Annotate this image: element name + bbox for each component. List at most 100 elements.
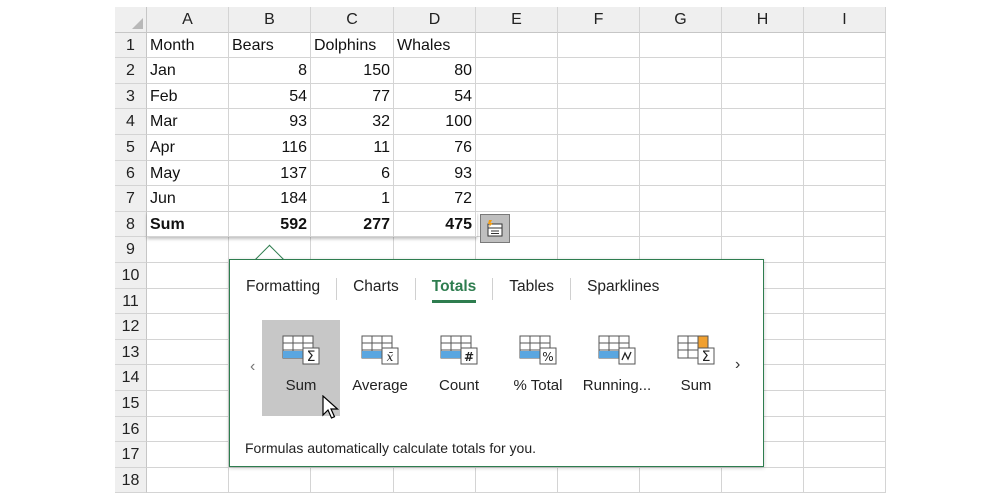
cell-i9[interactable] [804,237,886,263]
cell-g5[interactable] [640,134,722,161]
cell-i11[interactable] [804,288,886,315]
cell-a11[interactable] [147,288,229,315]
cell-i14[interactable] [804,365,886,391]
row-header[interactable]: 12 [115,314,147,340]
cell-i17[interactable] [804,442,886,468]
cell-i13[interactable] [804,339,886,366]
column-header-f[interactable]: F [558,7,640,33]
tab-charts[interactable]: Charts [353,278,399,300]
cell-a17[interactable] [147,442,229,468]
row-header[interactable]: 8 [115,211,147,238]
cell-b18[interactable] [229,467,311,494]
cell-c8[interactable]: 277 [311,211,394,238]
cell-d3[interactable]: 54 [394,83,476,110]
cell-a1[interactable]: Month [147,32,229,59]
column-header-c[interactable]: C [311,7,394,33]
cell-a5[interactable]: Apr [147,134,229,161]
cell-a14[interactable] [147,365,229,391]
cell-h5[interactable] [722,134,804,161]
row-header[interactable]: 2 [115,58,147,84]
cell-i7[interactable] [804,186,886,212]
row-header[interactable]: 7 [115,186,147,212]
cell-c4[interactable]: 32 [311,109,394,135]
cell-c1[interactable]: Dolphins [311,32,394,59]
row-header[interactable]: 10 [115,262,147,289]
column-header-a[interactable]: A [147,7,229,33]
tab-sparklines[interactable]: Sparklines [587,278,659,300]
cell-h6[interactable] [722,160,804,187]
cell-i18[interactable] [804,467,886,494]
cell-i6[interactable] [804,160,886,187]
tab-formatting[interactable]: Formatting [246,278,320,300]
cell-c2[interactable]: 150 [311,58,394,84]
cell-d8[interactable]: 475 [394,211,476,238]
cell-b4[interactable]: 93 [229,109,311,135]
column-header-g[interactable]: G [640,7,722,33]
cell-i16[interactable] [804,416,886,443]
cell-h8[interactable] [722,211,804,238]
row-header[interactable]: 3 [115,83,147,110]
cell-a7[interactable]: Jun [147,186,229,212]
cell-b6[interactable]: 137 [229,160,311,187]
cell-d18[interactable] [394,467,476,494]
column-header-e[interactable]: E [476,7,558,33]
cell-a9[interactable] [147,237,229,263]
quick-analysis-button[interactable] [480,214,510,243]
cell-g6[interactable] [640,160,722,187]
cell-f8[interactable] [558,211,640,238]
row-header[interactable]: 16 [115,416,147,443]
cell-a4[interactable]: Mar [147,109,229,135]
cell-g8[interactable] [640,211,722,238]
cell-e7[interactable] [476,186,558,212]
cell-f7[interactable] [558,186,640,212]
cell-h1[interactable] [722,32,804,59]
row-header[interactable]: 4 [115,109,147,135]
cell-d1[interactable]: Whales [394,32,476,59]
row-header[interactable]: 13 [115,339,147,366]
cell-a16[interactable] [147,416,229,443]
cell-f18[interactable] [558,467,640,494]
count-tile[interactable]: # Count [420,320,498,416]
cell-a6[interactable]: May [147,160,229,187]
cell-d2[interactable]: 80 [394,58,476,84]
tab-tables[interactable]: Tables [509,278,554,300]
row-header[interactable]: 17 [115,442,147,468]
average-tile[interactable]: x̄ Average [341,320,419,416]
cell-g2[interactable] [640,58,722,84]
cell-c6[interactable]: 6 [311,160,394,187]
cell-g18[interactable] [640,467,722,494]
cell-d6[interactable]: 93 [394,160,476,187]
cell-f1[interactable] [558,32,640,59]
cell-b1[interactable]: Bears [229,32,311,59]
cell-e5[interactable] [476,134,558,161]
cell-c3[interactable]: 77 [311,83,394,110]
cell-c5[interactable]: 11 [311,134,394,161]
row-header[interactable]: 11 [115,288,147,315]
cell-e4[interactable] [476,109,558,135]
cell-e18[interactable] [476,467,558,494]
row-header[interactable]: 6 [115,160,147,187]
cell-e1[interactable] [476,32,558,59]
cell-g7[interactable] [640,186,722,212]
cell-h2[interactable] [722,58,804,84]
cell-a12[interactable] [147,314,229,340]
cell-i5[interactable] [804,134,886,161]
cell-a3[interactable]: Feb [147,83,229,110]
cell-c7[interactable]: 1 [311,186,394,212]
running-total-tile[interactable]: Running... [578,320,656,416]
cell-d5[interactable]: 76 [394,134,476,161]
cell-g4[interactable] [640,109,722,135]
cell-h18[interactable] [722,467,804,494]
cell-f4[interactable] [558,109,640,135]
cell-h4[interactable] [722,109,804,135]
cell-g3[interactable] [640,83,722,110]
cell-a13[interactable] [147,339,229,366]
cell-f6[interactable] [558,160,640,187]
row-header[interactable]: 1 [115,32,147,59]
cell-i8[interactable] [804,211,886,238]
column-header-b[interactable]: B [229,7,311,33]
cell-a8[interactable]: Sum [147,211,229,238]
tab-totals[interactable]: Totals [431,278,477,303]
cell-b3[interactable]: 54 [229,83,311,110]
cell-e6[interactable] [476,160,558,187]
